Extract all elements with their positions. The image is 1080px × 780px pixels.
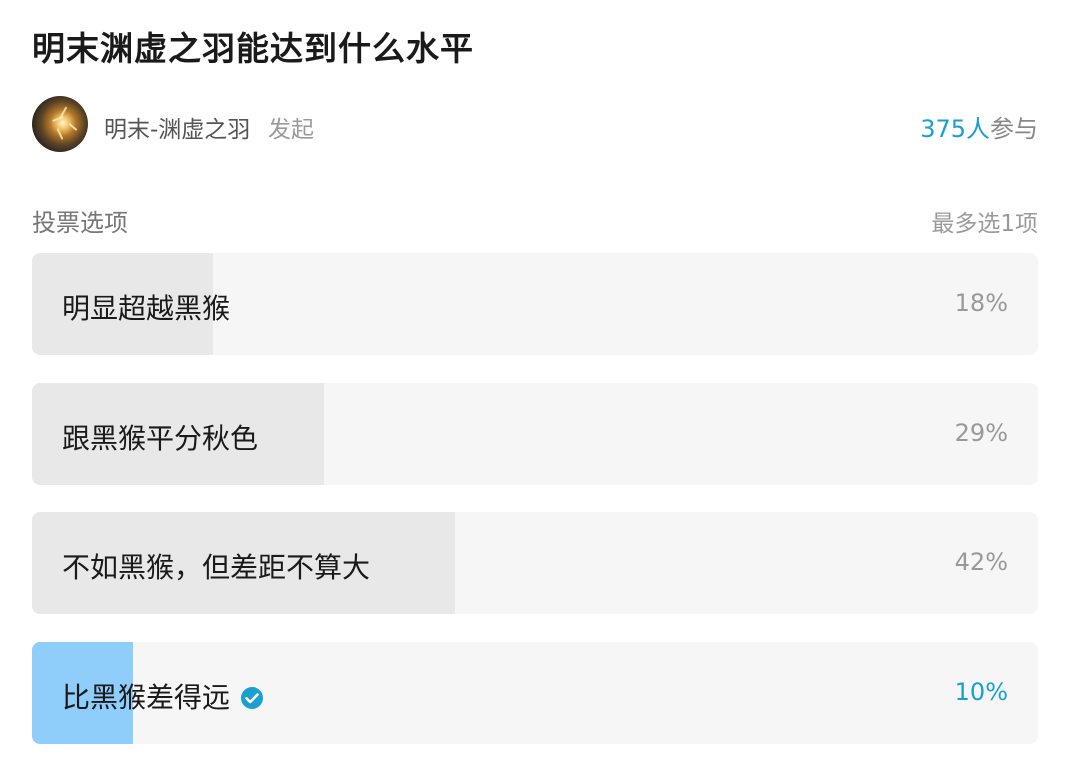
- poll-option-3[interactable]: 不如黑猴，但差距不算大 42%: [32, 512, 1038, 614]
- avatar[interactable]: [32, 96, 88, 152]
- option-label: 不如黑猴，但差距不算大: [62, 546, 370, 586]
- options-header: 投票选项 最多选1项: [32, 203, 1038, 237]
- option-percent: 42%: [954, 548, 1008, 576]
- poll-option-4[interactable]: 比黑猴差得远 10%: [32, 642, 1038, 744]
- poll-title: 明末渊虚之羽能达到什么水平: [32, 29, 474, 68]
- option-label: 跟黑猴平分秋色: [62, 417, 258, 457]
- option-percent: 10%: [954, 678, 1008, 706]
- option-label-text: 比黑猴差得远: [62, 681, 231, 714]
- participant-suffix: 参与: [990, 115, 1038, 143]
- options-section-label: 投票选项: [32, 209, 128, 237]
- option-percent: 29%: [954, 419, 1008, 447]
- poll-option-2[interactable]: 跟黑猴平分秋色 29%: [32, 383, 1038, 485]
- poll-option-1[interactable]: 明显超越黑猴 18%: [32, 253, 1038, 355]
- author-action: 发起: [268, 117, 314, 143]
- avatar-spark: [56, 128, 64, 140]
- author-name[interactable]: 明末-渊虚之羽: [104, 110, 250, 144]
- author-row: 明末-渊虚之羽 发起 375人参与: [32, 96, 1038, 152]
- option-label: 明显超越黑猴: [62, 287, 230, 327]
- option-label: 比黑猴差得远: [62, 676, 264, 716]
- option-percent: 18%: [954, 289, 1008, 317]
- participant-count[interactable]: 375人参与: [920, 109, 1038, 144]
- option-label-text: 不如黑猴，但差距不算大: [62, 551, 371, 584]
- check-circle-icon: [240, 684, 264, 709]
- option-label-text: 跟黑猴平分秋色: [62, 422, 259, 455]
- selection-rule: 最多选1项: [931, 211, 1038, 237]
- poll-card: 明末渊虚之羽能达到什么水平 明末-渊虚之羽 发起 375人参与 投票选项 最多选…: [32, 0, 1038, 780]
- option-label-text: 明显超越黑猴: [62, 292, 231, 325]
- participant-number: 375人: [920, 115, 990, 143]
- avatar-spark: [68, 123, 78, 131]
- avatar-spark: [52, 116, 64, 122]
